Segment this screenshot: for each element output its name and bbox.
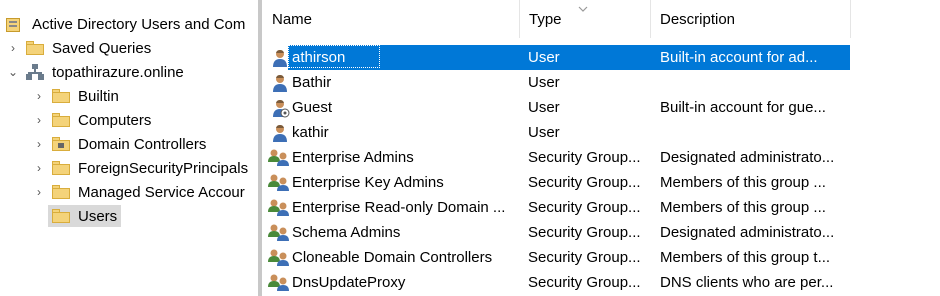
column-header-label: Name — [272, 10, 313, 28]
tree-item-label: Domain Controllers — [78, 135, 207, 153]
table-row[interactable]: kathir User — [262, 120, 940, 145]
cell-description: Members of this group t... — [660, 249, 831, 266]
cell-description: Members of this group ... — [660, 174, 826, 191]
cell-description: Built-in account for ad... — [660, 49, 818, 66]
cell-name: kathir — [292, 124, 329, 141]
group-icon — [267, 273, 291, 293]
cell-description — [660, 120, 848, 145]
column-divider[interactable] — [850, 0, 851, 38]
tree-item-users-selected[interactable]: Users — [48, 205, 122, 227]
cell-type: User — [528, 74, 560, 91]
chevron-right-icon[interactable]: › — [32, 161, 46, 175]
user-icon — [270, 48, 290, 68]
tree-item-domain-controllers[interactable]: › Domain Controllers — [32, 133, 206, 155]
tree-item-label: Users — [78, 207, 118, 225]
folder-icon — [52, 209, 70, 223]
cell-type: Security Group... — [528, 249, 641, 266]
tree-item-label: Saved Queries — [52, 39, 152, 57]
cell-name: Enterprise Admins — [292, 149, 414, 166]
table-row[interactable]: Enterprise Admins Security Group... Design… — [262, 145, 940, 170]
tree-item-saved-queries[interactable]: › Saved Queries — [6, 37, 151, 59]
tree-item-label: Managed Service Accour — [78, 183, 245, 201]
user-icon — [270, 73, 290, 93]
folder-icon — [52, 161, 70, 175]
table-row[interactable]: Cloneable Domain Controllers Security Gro… — [262, 245, 940, 270]
active-directory-icon — [6, 16, 24, 32]
cell-description: Built-in account for gue... — [660, 99, 826, 116]
list-header: Name Type Description — [262, 0, 940, 38]
chevron-down-icon[interactable]: ⌄ — [6, 65, 20, 79]
column-header-label: Type — [529, 10, 562, 28]
folder-icon — [52, 89, 70, 103]
tree-root-label: Active Directory Users and Com — [32, 15, 246, 33]
tree-item-label: Computers — [78, 111, 152, 129]
folder-icon — [52, 185, 70, 199]
cell-type: User — [528, 124, 560, 141]
chevron-right-icon[interactable]: › — [32, 89, 46, 103]
tree-root[interactable]: Active Directory Users and Com — [6, 13, 245, 35]
table-row[interactable]: Bathir User — [262, 70, 940, 95]
cell-name: Cloneable Domain Controllers — [292, 249, 493, 266]
cell-name: DnsUpdateProxy — [292, 274, 406, 291]
cell-name: Enterprise Key Admins — [292, 174, 444, 191]
sort-indicator-icon — [578, 6, 588, 12]
cell-type: User — [528, 49, 560, 66]
group-icon — [267, 223, 291, 243]
console-tree[interactable]: Active Directory Users and Com › Saved Q… — [0, 0, 258, 296]
table-row[interactable]: Enterprise Key Admins Security Group... Me… — [262, 170, 940, 195]
cell-name: Bathir — [292, 74, 332, 91]
table-row[interactable]: athirson User Built-in account for ad... — [262, 45, 940, 70]
chevron-right-icon[interactable]: › — [32, 185, 46, 199]
tree-item-users[interactable]: Users — [32, 205, 122, 227]
cell-type: User — [528, 99, 560, 116]
chevron-right-icon[interactable]: › — [6, 41, 20, 55]
cell-type: Security Group... — [528, 274, 641, 291]
chevron-right-icon[interactable]: › — [32, 137, 46, 151]
cell-type: Security Group... — [528, 174, 641, 191]
group-icon — [267, 198, 291, 218]
cell-description: Designated administrato... — [660, 224, 835, 241]
cell-description: DNS clients who are per... — [660, 274, 834, 291]
group-icon — [267, 148, 291, 168]
details-list[interactable]: Name Type Description athirson User Built-… — [262, 0, 940, 296]
cell-name: Guest — [292, 99, 333, 116]
guest-user-icon — [270, 98, 290, 118]
column-header-name[interactable]: Name — [262, 0, 519, 38]
chevron-right-icon[interactable]: › — [32, 113, 46, 127]
table-row[interactable]: DnsUpdateProxy Security Group... DNS clien… — [262, 270, 940, 295]
cell-name: athirson — [292, 49, 346, 66]
tree-item-label: Builtin — [78, 87, 119, 105]
table-row[interactable]: Schema Admins Security Group... Designated… — [262, 220, 940, 245]
table-row[interactable]: Guest User Built-in account for gue... — [262, 95, 940, 120]
cell-name: Schema Admins — [292, 224, 401, 241]
tree-item-domain[interactable]: ⌄ topathirazure.online — [6, 61, 184, 83]
tree-item-label: topathirazure.online — [52, 63, 184, 81]
cell-type: Security Group... — [528, 224, 641, 241]
cell-type: Security Group... — [528, 199, 641, 216]
cell-description: Members of this group ... — [660, 199, 826, 216]
tree-item-builtin[interactable]: › Builtin — [32, 85, 119, 107]
tree-item-foreign-security-principals[interactable]: › ForeignSecurityPrincipals — [32, 157, 248, 179]
group-icon — [267, 248, 291, 268]
cell-type: Security Group... — [528, 149, 641, 166]
cell-description — [660, 70, 848, 95]
column-header-label: Description — [660, 10, 736, 28]
folder-icon — [26, 41, 44, 55]
tree-item-label: ForeignSecurityPrincipals — [78, 159, 249, 177]
column-header-description[interactable]: Description — [650, 0, 850, 38]
table-row[interactable]: Enterprise Read-only Domain ... Security … — [262, 195, 940, 220]
tree-item-managed-service-accounts[interactable]: › Managed Service Accour — [32, 181, 245, 203]
ou-folder-icon — [52, 137, 70, 151]
folder-icon — [52, 113, 70, 127]
group-icon — [267, 173, 291, 193]
domain-icon — [26, 64, 44, 80]
user-icon — [270, 123, 290, 143]
cell-name: Enterprise Read-only Domain ... — [292, 199, 506, 216]
cell-description: Designated administrato... — [660, 149, 835, 166]
tree-item-computers[interactable]: › Computers — [32, 109, 151, 131]
